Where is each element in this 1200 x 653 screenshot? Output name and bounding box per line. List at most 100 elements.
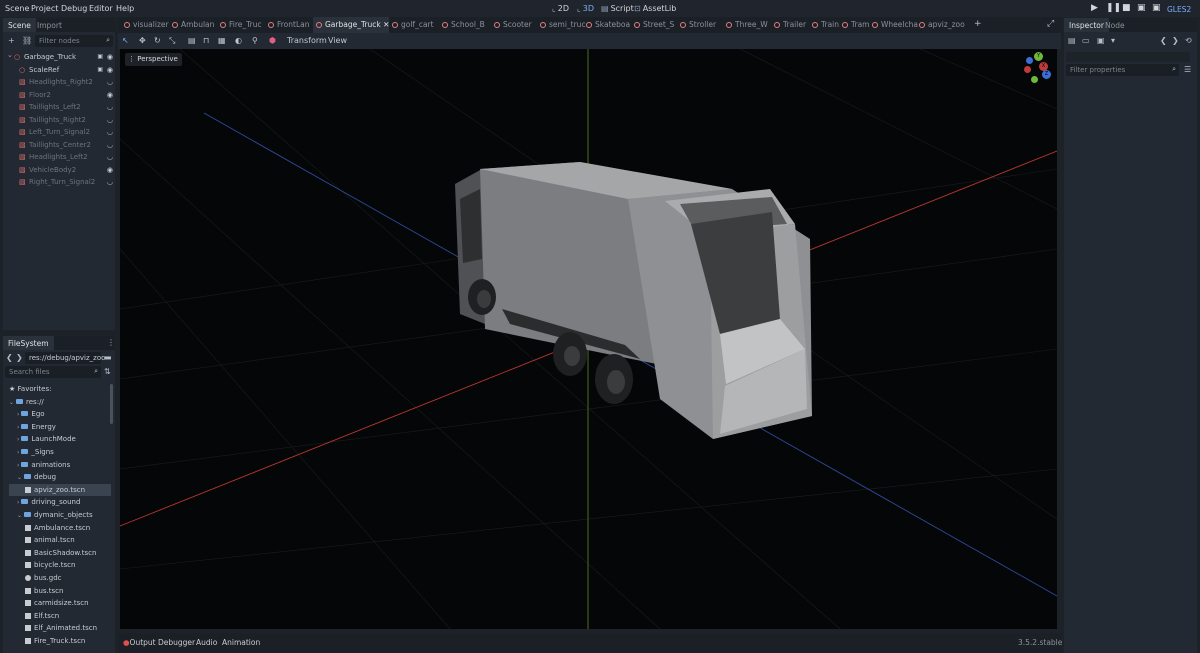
mode-2d-button[interactable]: ⌞ 2D [552,4,569,13]
folder-item[interactable]: › driving_sound [9,496,111,508]
view-gizmo[interactable]: Y X Z [1023,52,1053,84]
select-tool-icon[interactable]: ↖ [122,36,129,45]
visibility-hidden-icon[interactable]: ◡ [107,139,113,151]
visibility-hidden-icon[interactable]: ◡ [107,151,113,163]
scene-node[interactable]: ▧ Floor2 ◉ [9,89,115,101]
expanded-arrow-icon[interactable]: ⌄ [17,474,22,481]
pause-icon[interactable]: ❚❚ [1106,3,1121,13]
scene-node[interactable]: ▧ VehicleBody2 ◉ [9,164,115,176]
transform-menu[interactable]: Transform [287,36,327,45]
scene-instance-icon[interactable]: ▣ [97,51,103,63]
distraction-free-icon[interactable]: ⤢ [1047,19,1054,29]
scene-tab[interactable]: Garbage_Truck ✕ [313,17,389,33]
resource-menu-icon[interactable]: ▾ [1111,36,1115,46]
file-item[interactable]: carmidsize.tscn [9,597,111,609]
menu-scene[interactable]: Scene [5,4,29,13]
mode-assetlib-button[interactable]: ⊡ AssetLib [634,4,676,13]
camera-preview-icon[interactable]: ⬢ [269,36,276,45]
folder-item[interactable]: › _Signs [9,446,111,458]
folder-item[interactable]: ★ Favorites: [9,383,111,395]
new-tab-icon[interactable]: + [974,19,982,29]
tab-debugger[interactable]: Debugger [158,638,195,647]
file-item[interactable]: Elf.tscn [9,610,111,622]
file-tree-scrollbar[interactable] [110,384,113,424]
scene-node[interactable]: ▧ Headlights_Left2 ◡ [9,151,115,163]
visibility-eye-icon[interactable]: ◉ [107,64,113,76]
tab-audio[interactable]: Audio [196,638,217,647]
tab-output[interactable]: ●Output [123,638,156,647]
split-view-icon[interactable]: ▬ [104,353,112,363]
visibility-hidden-icon[interactable]: ◡ [107,76,113,88]
folder-item[interactable]: › Ego [9,408,111,420]
scene-node[interactable]: ▧ Headlights_Right2 ◡ [9,76,115,88]
gizmo-z[interactable]: Z [1042,70,1051,79]
lock-icon[interactable]: ⊓ [203,36,209,45]
file-item[interactable]: Fire_Truck.tscn [9,635,111,647]
history-forward-icon[interactable]: ❯ [1172,36,1179,46]
visibility-eye-icon[interactable]: ◉ [107,51,113,63]
object-selector[interactable] [1066,52,1190,62]
scene-tab[interactable]: Tram [839,17,869,33]
scene-node[interactable]: ▧ Taillights_Right2 ◡ [9,114,115,126]
scene-node[interactable]: ○ ScaleRef ▣ ◉ [9,64,115,76]
menu-dots-icon[interactable]: ⋮ [107,338,115,348]
stop-icon[interactable]: ■ [1122,3,1131,13]
group-icon[interactable]: ▦ [218,36,226,45]
add-node-icon[interactable]: + [8,36,15,46]
property-options-icon[interactable]: ☰ [1184,65,1191,75]
back-icon[interactable]: ❮ [6,353,13,363]
collapsed-arrow-icon[interactable]: › [17,462,19,469]
path-field[interactable]: res://debug/apviz_zoo [25,352,105,364]
scene-tab[interactable]: Street_S [631,17,677,33]
play-custom-icon[interactable]: ▣ [1152,3,1161,13]
scene-tab[interactable]: apviz_zoo [916,17,968,33]
scene-tab[interactable]: Stroller [677,17,723,33]
folder-item[interactable]: › Energy [9,421,111,433]
scene-tab[interactable]: Wheelcha [869,17,918,33]
open-folder-icon[interactable]: ▭ [1082,36,1090,46]
view-menu[interactable]: View [328,36,347,45]
rotate-tool-icon[interactable]: ↻ [154,36,161,45]
move-tool-icon[interactable]: ✥ [139,36,146,45]
scene-node[interactable]: ▧ Left_Turn_Signal2 ◡ [9,126,115,138]
collapsed-arrow-icon[interactable]: › [17,411,19,418]
tab-animation[interactable]: Animation [222,638,260,647]
folder-item[interactable]: ⌄ debug [9,471,111,483]
scene-tab[interactable]: Three_W [723,17,771,33]
perspective-menu[interactable]: ⋮ Perspective [125,53,182,66]
visibility-hidden-icon[interactable]: ◡ [107,126,113,138]
menu-help[interactable]: Help [116,4,134,13]
tab-node[interactable]: Node [1100,18,1130,32]
folder-item[interactable]: › animations [9,459,111,471]
folder-item[interactable]: › LaunchMode [9,433,111,445]
visibility-hidden-icon[interactable]: ◡ [107,176,113,188]
file-item[interactable]: apviz_zoo.tscn [9,483,111,496]
renderer-select[interactable]: GLES2 [1167,5,1191,14]
history-icon[interactable]: ⟲ [1185,36,1192,46]
gizmo-neg-x[interactable] [1024,66,1031,73]
gizmo-y[interactable]: Y [1034,52,1043,61]
scene-node[interactable]: ▧ Right_Turn_Signal2 ◡ [9,176,115,188]
scene-tab[interactable]: Scooter [491,17,537,33]
scene-tab[interactable]: Skateboa [583,17,631,33]
menu-project[interactable]: Project [31,4,58,13]
file-item[interactable]: BasicShadow.tscn [9,547,111,559]
file-item[interactable]: bus.tscn [9,585,111,597]
file-item[interactable]: Ambulance.tscn [9,522,111,534]
collapsed-arrow-icon[interactable]: › [17,449,19,456]
menu-editor[interactable]: Editor [89,4,113,13]
tab-filesystem[interactable]: FileSystem [3,336,54,350]
expanded-arrow-icon[interactable]: ⌄ [9,399,14,406]
play-icon[interactable]: ▶ [1091,3,1098,13]
file-item[interactable]: bicycle.tscn [9,559,111,571]
collapsed-arrow-icon[interactable]: › [17,436,19,443]
scene-tab[interactable]: golf_cart [389,17,439,33]
collapse-arrow-icon[interactable]: ⌄ [7,49,13,61]
history-back-icon[interactable]: ❮ [1160,36,1167,46]
scene-tab[interactable]: semi_truc [537,17,586,33]
list-select-icon[interactable]: ▤ [188,36,196,45]
local-space-icon[interactable]: ◐ [235,36,242,45]
menu-debug[interactable]: Debug [61,4,87,13]
scene-node[interactable]: ▧ Taillights_Center2 ◡ [9,139,115,151]
save-icon[interactable]: ▣ [1097,36,1105,46]
